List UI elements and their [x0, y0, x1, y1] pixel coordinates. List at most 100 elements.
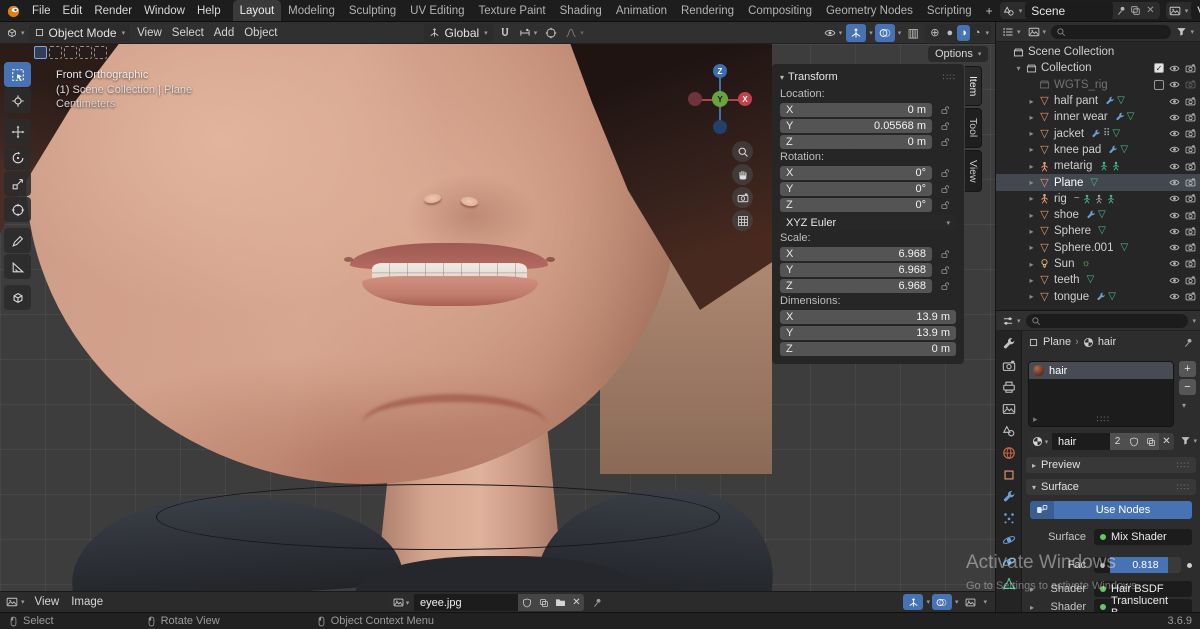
location-z-field[interactable]: Z0 m	[780, 135, 932, 149]
render-visibility-toggle[interactable]	[1185, 242, 1196, 254]
properties-tab-data[interactable]	[1002, 576, 1016, 591]
zoom-button[interactable]	[732, 141, 753, 162]
visibility-button[interactable]: ▾	[822, 24, 845, 42]
shading-solid-button[interactable]: ●	[944, 25, 957, 41]
plane-object-outline[interactable]	[156, 484, 720, 550]
properties-tab-scene[interactable]	[1002, 423, 1016, 438]
hide-eye-toggle[interactable]	[1169, 95, 1180, 107]
resize-grip[interactable]: ∷∷	[1097, 414, 1110, 425]
rotate-tool-button[interactable]	[4, 145, 31, 170]
properties-tab-render[interactable]	[1002, 358, 1016, 373]
expand-icon[interactable]: ▸	[1030, 585, 1034, 594]
shading-rendered-button[interactable]: ◔	[971, 25, 984, 41]
outliner-item-wgts_rig[interactable]: WGTS_rig	[996, 77, 1200, 93]
properties-tab-physics[interactable]	[1002, 532, 1016, 547]
keyframe-dot-icon[interactable]	[1187, 563, 1192, 568]
render-visibility-toggle[interactable]	[1185, 62, 1196, 74]
render-visibility-toggle[interactable]	[1185, 144, 1196, 156]
scale-z-field[interactable]: Z6.968	[780, 279, 932, 293]
breadcrumb-material[interactable]: hair	[1098, 336, 1116, 348]
move-tool-button[interactable]	[4, 119, 31, 144]
scale-y-field[interactable]: Y6.968	[780, 263, 932, 277]
hide-eye-toggle[interactable]	[1169, 291, 1180, 303]
camera-view-button[interactable]	[732, 187, 753, 208]
lock-icon[interactable]	[940, 167, 950, 179]
transform-tool-button[interactable]	[4, 197, 31, 222]
properties-tab-constraints[interactable]	[1002, 554, 1016, 569]
outliner-item-tongue[interactable]: ▸▽tongue▽	[996, 288, 1200, 304]
select-intersect-button[interactable]	[94, 46, 107, 59]
fac-slider[interactable]: 0.818	[1110, 557, 1181, 573]
scene-selector[interactable]: ▾ Scene ✕	[1000, 2, 1160, 19]
hide-eye-toggle[interactable]	[1169, 128, 1180, 140]
render-visibility-toggle[interactable]	[1185, 225, 1196, 237]
surface-panel-header[interactable]: ▾Surface∷∷	[1026, 479, 1196, 495]
properties-tab-object[interactable]	[1002, 467, 1016, 482]
workspace-tab-rendering[interactable]: Rendering	[674, 0, 741, 21]
workspace-tab-layout[interactable]: Layout	[233, 0, 282, 21]
overlays-toggle[interactable]	[932, 594, 952, 610]
render-visibility-toggle[interactable]	[1185, 79, 1196, 91]
hide-eye-toggle[interactable]	[1169, 193, 1180, 205]
properties-tab-tool[interactable]	[1002, 336, 1016, 351]
blender-logo-icon[interactable]	[6, 3, 21, 18]
workspace-tab-compositing[interactable]: Compositing	[741, 0, 819, 21]
disclosure-icon[interactable]: ▸	[1026, 97, 1037, 106]
browse-material-button[interactable]: ▾	[1028, 433, 1052, 450]
viewport-menu-add[interactable]: Add	[209, 27, 239, 39]
select-invert-button[interactable]	[79, 46, 92, 59]
rotation-y-field[interactable]: Y0°	[780, 182, 932, 196]
viewport-3d[interactable]: Front Orthographic (1) Scene Collection …	[0, 44, 995, 591]
properties-tab-output[interactable]	[1002, 380, 1016, 395]
material-slot-item[interactable]: hair	[1029, 362, 1173, 379]
shading-material-button[interactable]: ◑	[957, 25, 970, 41]
add-cube-tool-button[interactable]	[4, 285, 31, 310]
disclosure-icon[interactable]: ▸	[1026, 145, 1037, 154]
slot-specials-button[interactable]: ▾	[1182, 401, 1186, 410]
render-visibility-toggle[interactable]	[1185, 111, 1196, 123]
disclosure-icon[interactable]: ▸	[1026, 129, 1037, 138]
expand-icon[interactable]: ▸	[1033, 414, 1038, 425]
properties-tab-viewlayer[interactable]	[1002, 401, 1016, 416]
menu-window[interactable]: Window	[138, 5, 191, 17]
cursor-tool-button[interactable]	[4, 88, 31, 113]
rotation-mode-select[interactable]: XYZ Euler▾	[780, 215, 956, 230]
mode-selector[interactable]: Object Mode▾	[29, 24, 131, 42]
fake-user-button[interactable]	[1125, 433, 1142, 450]
viewport-menu-object[interactable]: Object	[239, 27, 282, 39]
image-menu-image[interactable]: Image	[65, 596, 109, 608]
filter-button[interactable]: ▾	[1174, 23, 1196, 41]
hide-eye-toggle[interactable]	[1169, 160, 1180, 172]
snap-toggle[interactable]	[495, 24, 515, 42]
workspace-tab-modeling[interactable]: Modeling	[281, 0, 342, 21]
falloff-button[interactable]: ▾	[563, 24, 586, 42]
lock-icon[interactable]	[940, 264, 950, 276]
sidebar-tab-item[interactable]: Item	[965, 66, 982, 106]
pin-icon[interactable]	[1183, 337, 1194, 348]
dimensions-x-field[interactable]: X13.9 m	[780, 310, 956, 324]
lock-icon[interactable]	[940, 280, 950, 292]
image-name-field[interactable]: eyee.jpg	[414, 594, 518, 611]
chevron-down-icon[interactable]: ▾	[985, 29, 989, 37]
gizmo-y-axis[interactable]: Y	[712, 91, 728, 107]
render-visibility-toggle[interactable]	[1185, 177, 1196, 189]
sidebar-tab-tool[interactable]: Tool	[965, 108, 982, 147]
sidebar-tab-view[interactable]: View	[965, 150, 982, 193]
disclosure-icon[interactable]: ▸	[1026, 113, 1037, 122]
dimensions-y-field[interactable]: Y13.9 m	[780, 326, 956, 340]
scale-x-field[interactable]: X6.968	[780, 247, 932, 261]
render-visibility-toggle[interactable]	[1185, 291, 1196, 303]
pin-icon[interactable]	[1116, 5, 1127, 16]
preview-panel-header[interactable]: ▸Preview∷∷	[1026, 457, 1196, 473]
options-button[interactable]: Options▾	[928, 46, 988, 62]
proportional-edit-toggle[interactable]	[541, 24, 561, 42]
lock-icon[interactable]	[940, 120, 950, 132]
outliner-item-rig[interactable]: ▸rig~	[996, 191, 1200, 207]
image-menu-view[interactable]: View	[29, 596, 66, 608]
scene-name[interactable]: Scene	[1025, 2, 1113, 19]
remove-slot-button[interactable]: −	[1179, 379, 1196, 395]
menu-edit[interactable]: Edit	[57, 5, 89, 17]
gizmo-toggle[interactable]	[903, 594, 923, 610]
render-visibility-toggle[interactable]	[1185, 258, 1196, 270]
workspace-tab-animation[interactable]: Animation	[609, 0, 674, 21]
